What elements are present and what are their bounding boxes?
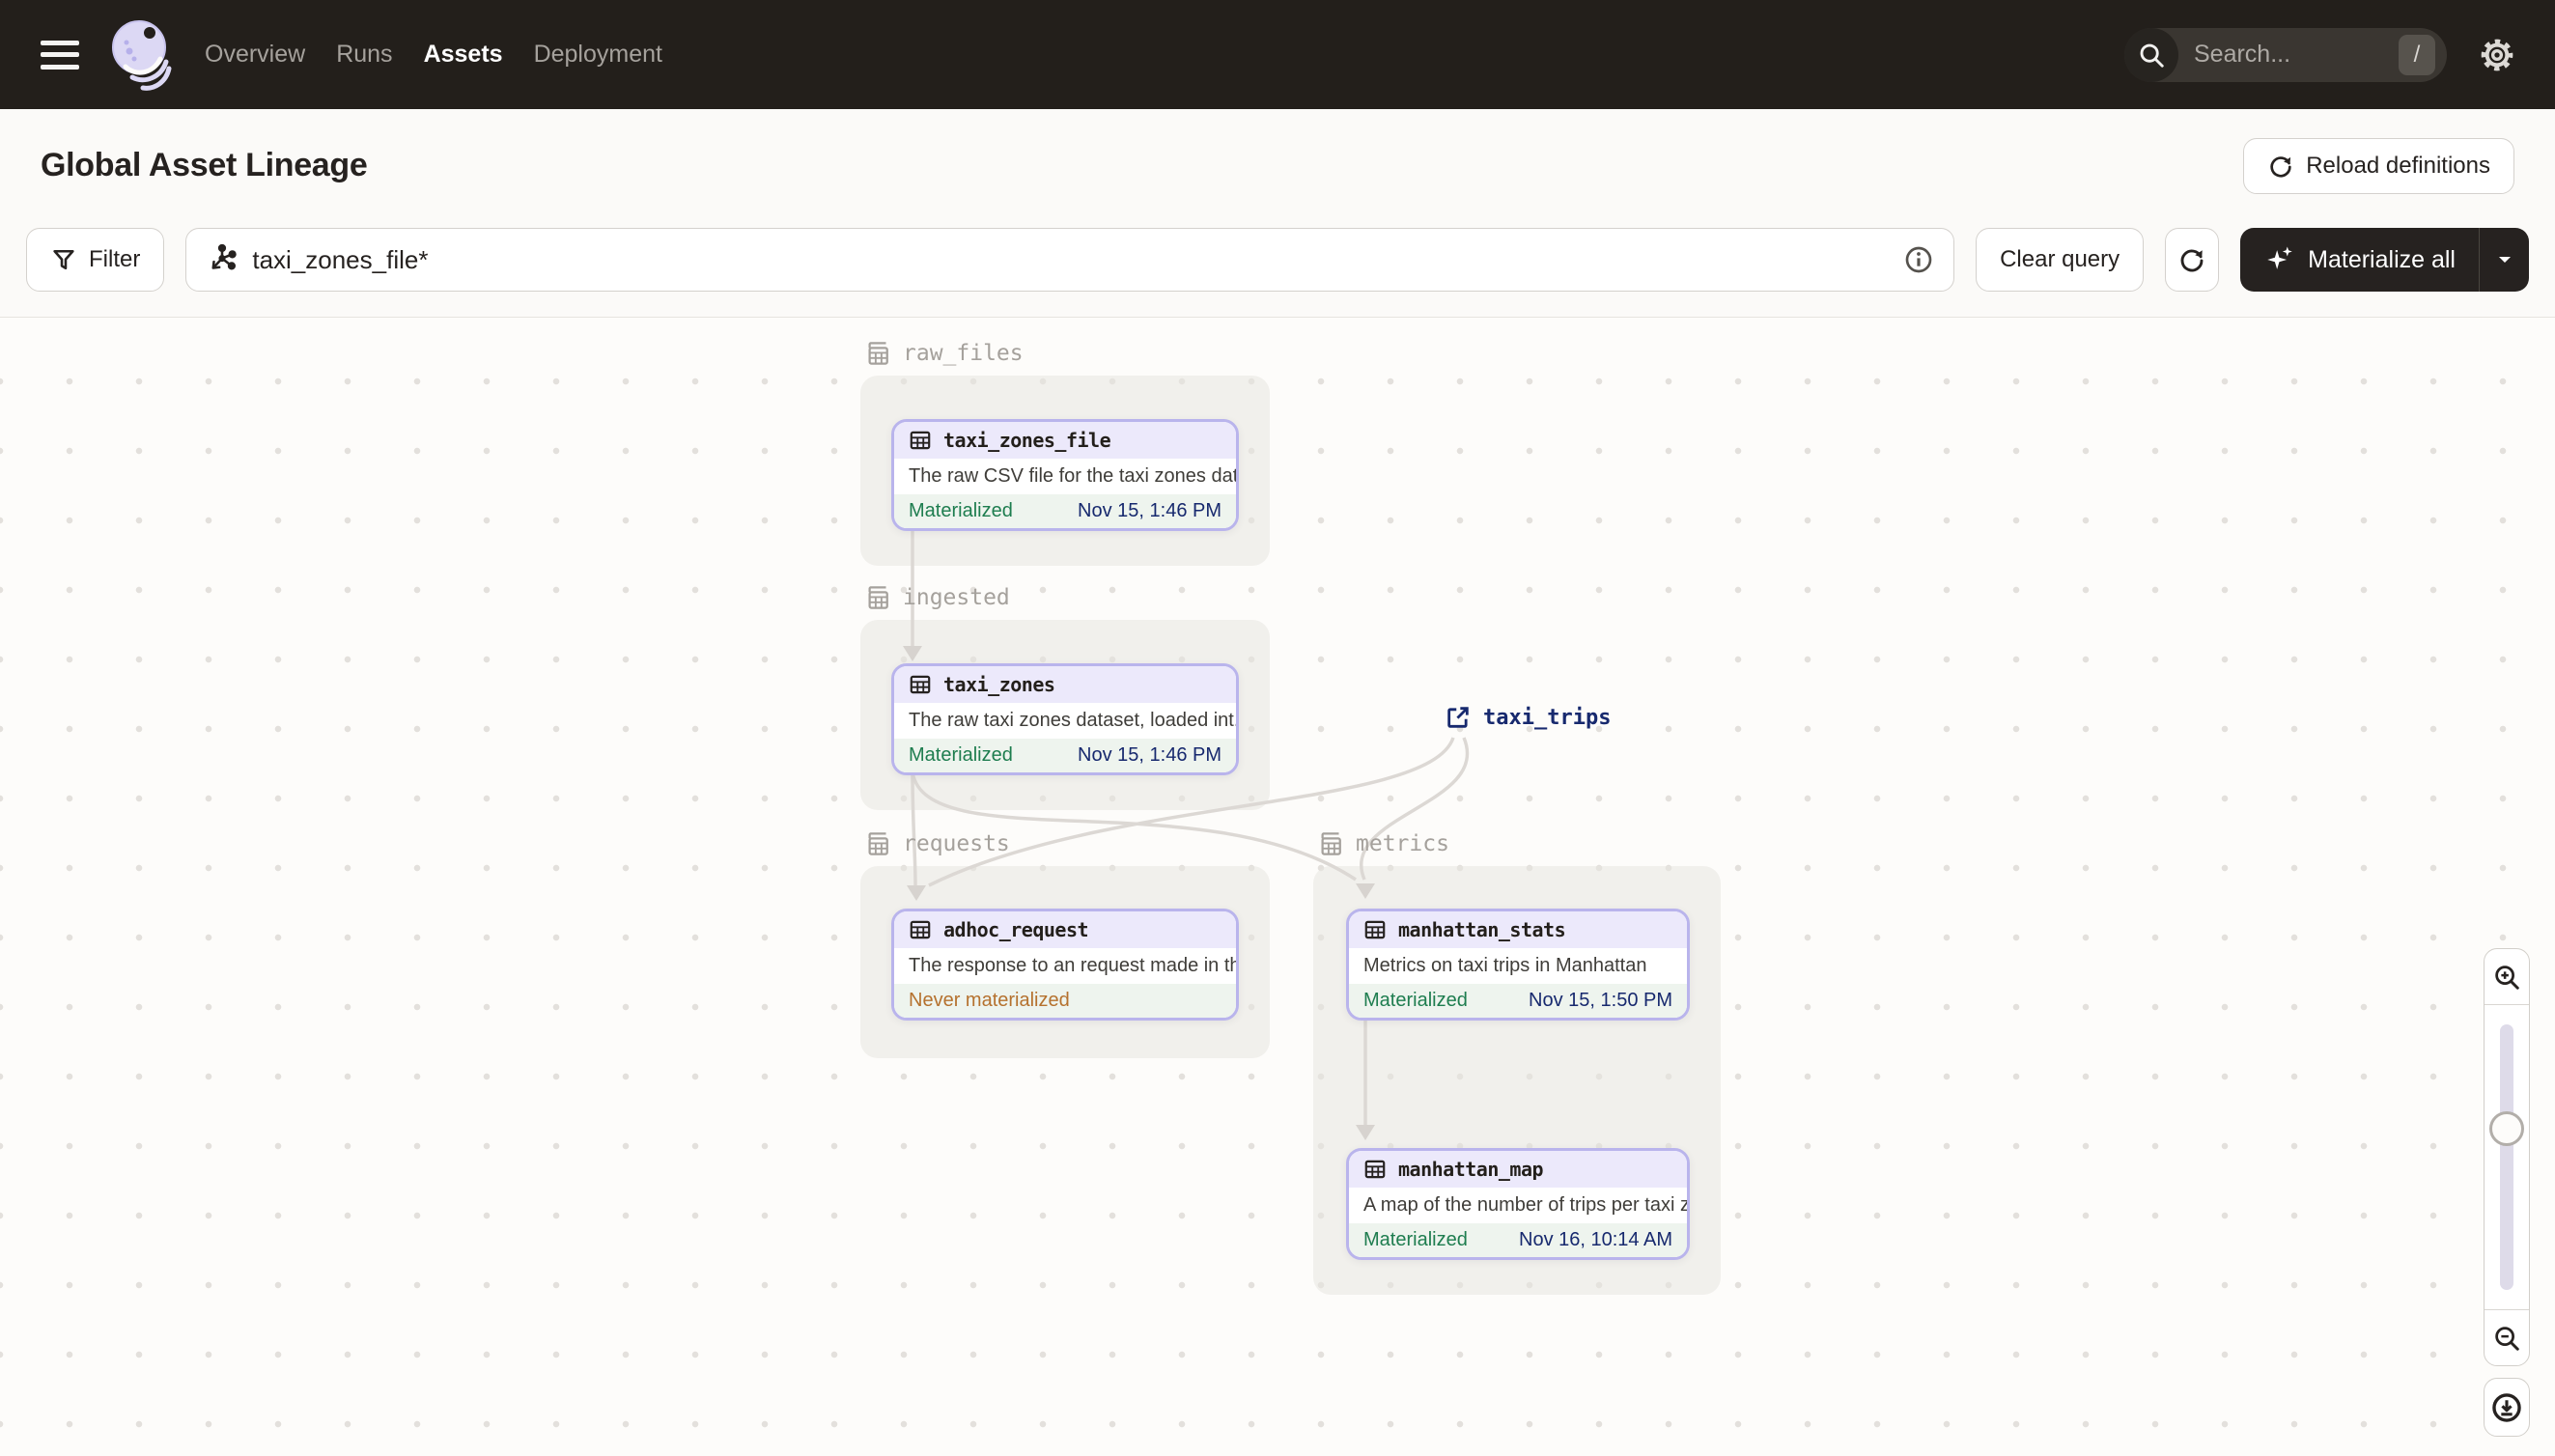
lineage-edges xyxy=(903,530,1469,1140)
asset-timestamp: Nov 15, 1:46 PM xyxy=(1078,744,1221,766)
asset-lineage-canvas[interactable]: raw_files ingested requests metrics taxi… xyxy=(0,318,2555,1456)
table-icon xyxy=(910,675,931,694)
nav-link-runs[interactable]: Runs xyxy=(336,41,392,69)
asset-status: Materialized xyxy=(1363,990,1468,1011)
zoom-slider[interactable] xyxy=(2485,1004,2529,1310)
search-input[interactable]: Search... / xyxy=(2124,27,2447,82)
asset-timestamp: Nov 15, 1:46 PM xyxy=(1078,500,1221,521)
asset-status: Materialized xyxy=(909,744,1013,766)
zoom-slider-track[interactable] xyxy=(2500,1024,2513,1290)
settings-gear-icon[interactable] xyxy=(2476,34,2518,76)
zoom-slider-handle[interactable] xyxy=(2489,1111,2524,1146)
asset-node-taxi-zones-file[interactable]: taxi_zones_file The raw CSV file for the… xyxy=(891,419,1239,531)
asset-timestamp: Nov 15, 1:50 PM xyxy=(1529,990,1672,1011)
asset-timestamp: Nov 16, 10:14 AM xyxy=(1519,1229,1672,1250)
search-shortcut-key: / xyxy=(2399,34,2435,75)
nav-link-deployment[interactable]: Deployment xyxy=(534,41,662,69)
refresh-icon xyxy=(2180,249,2204,272)
group-label-ingested[interactable]: ingested xyxy=(864,583,1010,612)
asset-name: manhattan_map xyxy=(1398,1158,1544,1181)
search-icon xyxy=(2124,27,2178,82)
chevron-down-icon xyxy=(2498,257,2511,263)
search-placeholder: Search... xyxy=(2194,41,2291,68)
asset-node-manhattan-map[interactable]: manhattan_map A map of the number of tri… xyxy=(1346,1148,1690,1260)
dagster-app: Overview Runs Assets Deployment Search..… xyxy=(0,0,2555,1456)
asset-description: The response to an request made in th... xyxy=(894,948,1236,984)
zoom-in-icon xyxy=(2495,965,2519,990)
external-link-icon xyxy=(1447,707,1469,728)
group-tables-icon xyxy=(868,586,888,609)
fit-to-view-button[interactable] xyxy=(2484,1378,2530,1437)
asset-description: The raw taxi zones dataset, loaded int..… xyxy=(894,703,1236,739)
sparkles-icon xyxy=(2267,246,2292,269)
info-icon[interactable] xyxy=(1903,244,1934,275)
asset-name: adhoc_request xyxy=(943,918,1089,941)
top-nav-bar: Overview Runs Assets Deployment Search..… xyxy=(0,0,2555,109)
table-icon xyxy=(1364,920,1386,939)
table-icon xyxy=(1364,1160,1386,1179)
asset-status: Materialized xyxy=(1363,1229,1468,1250)
group-label-requests[interactable]: requests xyxy=(864,829,1010,858)
zoom-out-icon xyxy=(2495,1326,2519,1351)
materialize-all-button[interactable]: Materialize all xyxy=(2240,228,2529,292)
reload-definitions-button[interactable]: Reload definitions xyxy=(2243,137,2514,194)
table-icon xyxy=(910,920,931,939)
nav-links: Overview Runs Assets Deployment xyxy=(205,41,662,69)
asset-name: taxi_zones_file xyxy=(943,429,1111,452)
asset-selection-input[interactable]: taxi_zones_file* xyxy=(185,228,1955,292)
group-tables-icon xyxy=(868,342,888,365)
asset-description: The raw CSV file for the taxi zones dat.… xyxy=(894,459,1236,494)
group-label-metrics[interactable]: metrics xyxy=(1317,829,1449,858)
asset-status: Never materialized xyxy=(909,990,1070,1011)
zoom-in-button[interactable] xyxy=(2485,949,2529,1004)
asset-node-adhoc-request[interactable]: adhoc_request The response to an request… xyxy=(891,909,1239,1021)
dagster-logo-icon[interactable] xyxy=(106,16,176,94)
external-asset-taxi-trips[interactable]: taxi_trips xyxy=(1445,704,1611,731)
asset-name: manhattan_stats xyxy=(1398,918,1566,941)
group-label-raw-files[interactable]: raw_files xyxy=(864,339,1024,368)
materialize-dropdown-caret[interactable] xyxy=(2479,228,2529,292)
asset-description: Metrics on taxi trips in Manhattan xyxy=(1349,948,1687,984)
reload-icon xyxy=(2270,155,2291,178)
asset-name: taxi_zones xyxy=(943,673,1055,696)
zoom-out-button[interactable] xyxy=(2485,1310,2529,1365)
filter-button[interactable]: Filter xyxy=(26,228,165,292)
page-header: Global Asset Lineage Reload definitions … xyxy=(0,109,2555,318)
asset-selection-icon xyxy=(211,243,238,270)
asset-node-manhattan-stats[interactable]: manhattan_stats Metrics on taxi trips in… xyxy=(1346,909,1690,1021)
nav-link-overview[interactable]: Overview xyxy=(205,41,305,69)
nav-link-assets[interactable]: Assets xyxy=(424,41,503,69)
zoom-controls xyxy=(2484,948,2530,1366)
filter-funnel-icon xyxy=(53,249,74,270)
clear-query-button[interactable]: Clear query xyxy=(1976,228,2145,292)
refresh-button[interactable] xyxy=(2165,228,2220,292)
download-circle-icon xyxy=(2492,1392,2521,1422)
asset-description: A map of the number of trips per taxi z.… xyxy=(1349,1188,1687,1223)
page-title: Global Asset Lineage xyxy=(41,147,368,183)
menu-icon[interactable] xyxy=(41,40,79,70)
asset-status: Materialized xyxy=(909,500,1013,521)
asset-node-taxi-zones[interactable]: taxi_zones The raw taxi zones dataset, l… xyxy=(891,663,1239,775)
group-tables-icon xyxy=(1321,832,1341,855)
table-icon xyxy=(910,431,931,450)
asset-selection-value: taxi_zones_file* xyxy=(252,244,429,274)
group-tables-icon xyxy=(868,832,888,855)
